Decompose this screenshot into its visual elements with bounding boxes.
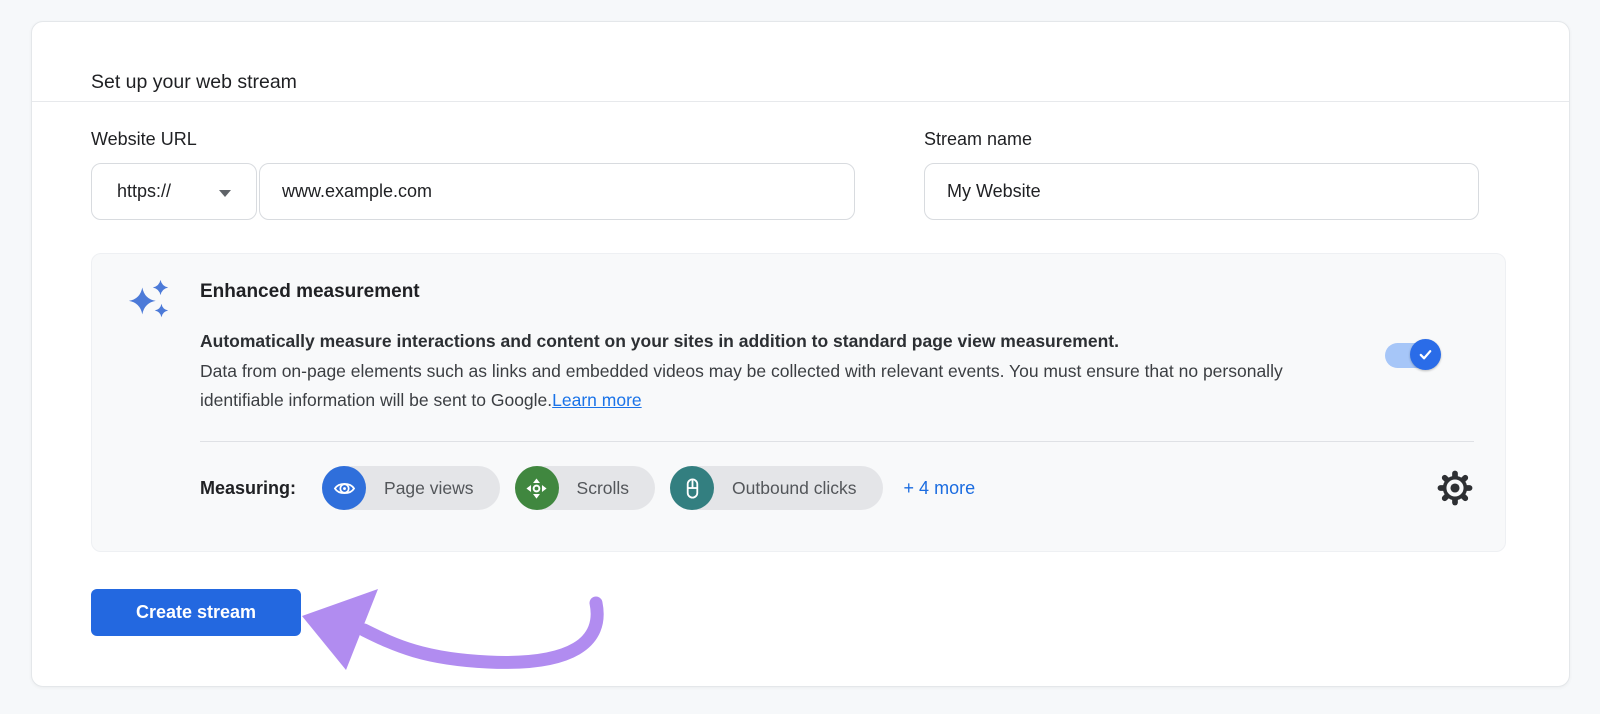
enhanced-measurement-title: Enhanced measurement	[200, 281, 420, 303]
eye-icon	[322, 466, 366, 510]
check-icon	[1417, 346, 1434, 363]
chip-outbound-clicks: Outbound clicks	[670, 466, 883, 510]
stream-name-input[interactable]	[924, 163, 1479, 220]
chip-label: Scrolls	[559, 478, 656, 499]
website-url-label: Website URL	[91, 129, 197, 150]
scroll-icon	[515, 466, 559, 510]
page-title: Set up your web stream	[91, 71, 297, 94]
description-text: Data from on-page elements such as links…	[200, 361, 1283, 411]
header-divider	[32, 101, 1569, 102]
more-events-link[interactable]: + 4 more	[904, 478, 976, 499]
enhanced-measurement-toggle[interactable]	[1385, 339, 1441, 371]
description-bold: Automatically measure interactions and c…	[200, 327, 1290, 357]
protocol-value: https://	[92, 181, 171, 202]
sparkle-icon	[126, 276, 172, 322]
section-divider	[200, 441, 1474, 442]
mouse-icon	[670, 466, 714, 510]
chip-scrolls: Scrolls	[515, 466, 656, 510]
enhanced-measurement-description: Automatically measure interactions and c…	[200, 327, 1290, 416]
stream-name-label: Stream name	[924, 129, 1032, 150]
gear-icon[interactable]	[1436, 469, 1474, 507]
measuring-label: Measuring:	[200, 478, 296, 499]
toggle-knob	[1410, 339, 1441, 370]
chevron-down-icon	[219, 190, 231, 197]
setup-card: Set up your web stream Website URL https…	[31, 21, 1570, 687]
create-stream-button[interactable]: Create stream	[91, 589, 301, 636]
learn-more-link[interactable]: Learn more	[552, 390, 642, 410]
chip-label: Outbound clicks	[714, 478, 883, 499]
chip-label: Page views	[366, 478, 500, 499]
protocol-dropdown[interactable]: https://	[91, 163, 257, 220]
measuring-row: Measuring: Page views	[200, 465, 1474, 511]
description-rest: Data from on-page elements such as links…	[200, 357, 1290, 416]
enhanced-measurement-card: Enhanced measurement Automatically measu…	[91, 253, 1506, 552]
website-url-input[interactable]	[259, 163, 855, 220]
chip-page-views: Page views	[322, 466, 500, 510]
